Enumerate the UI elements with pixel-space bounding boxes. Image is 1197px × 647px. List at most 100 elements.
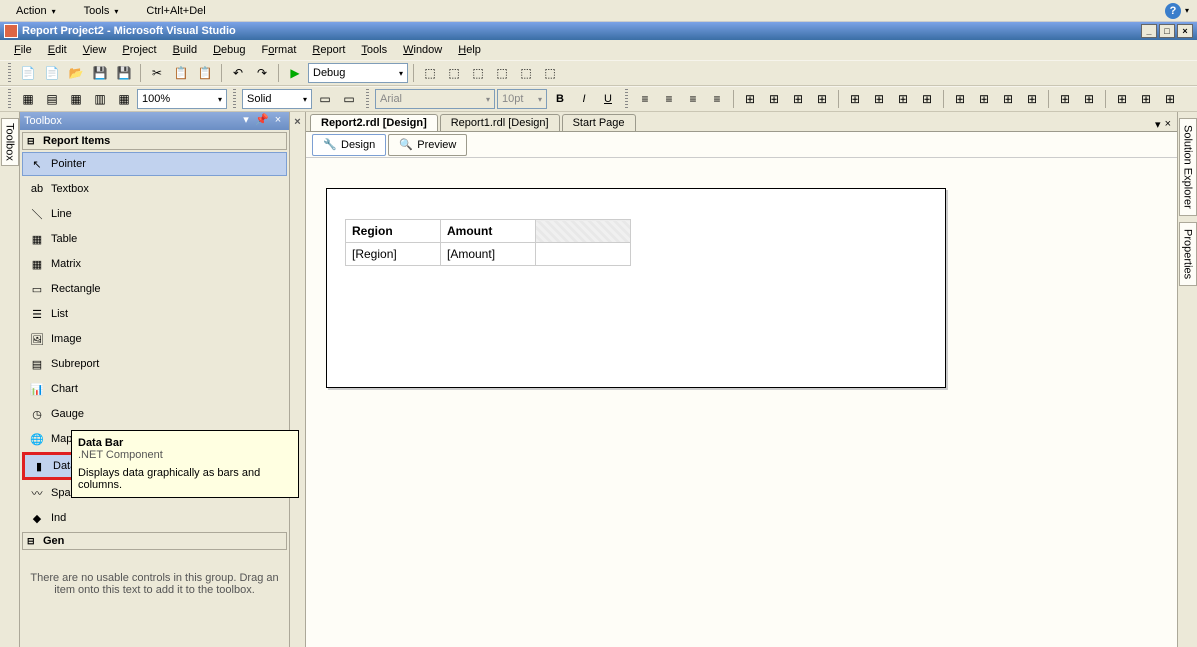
menu-format[interactable]: Format xyxy=(254,42,305,58)
undo-button[interactable]: ↶ xyxy=(227,62,249,84)
toolbar-button[interactable]: ⬚ xyxy=(419,62,441,84)
zoom-combo[interactable]: 100%▾ xyxy=(137,89,227,109)
menu-project[interactable]: Project xyxy=(114,42,164,58)
copy-button[interactable]: 📋 xyxy=(170,62,192,84)
header-cell-amount[interactable]: Amount xyxy=(441,220,536,243)
layout-button[interactable]: ⊞ xyxy=(973,88,995,110)
menu-report[interactable]: Report xyxy=(304,42,353,58)
layout-button[interactable]: ⊞ xyxy=(1021,88,1043,110)
toolbar-button[interactable]: ▭ xyxy=(314,88,336,110)
bold-button[interactable]: B xyxy=(549,88,571,110)
layout-button[interactable]: ⊞ xyxy=(868,88,890,110)
minimize-button[interactable]: _ xyxy=(1141,24,1157,38)
toolbox-item-indicator[interactable]: ◆Ind xyxy=(22,506,287,530)
vm-cad-button[interactable]: Ctrl+Alt+Del xyxy=(138,3,213,19)
add-item-button[interactable]: 📄 xyxy=(41,62,63,84)
cut-button[interactable]: ✂ xyxy=(146,62,168,84)
header-cell-region[interactable]: Region xyxy=(346,220,441,243)
pane-close-button[interactable]: × xyxy=(294,116,300,128)
align-button[interactable]: ≡ xyxy=(706,88,728,110)
doc-tab-report1[interactable]: Report1.rdl [Design] xyxy=(440,114,560,131)
toolbox-item-subreport[interactable]: ▤Subreport xyxy=(22,352,287,376)
toolbox-item-image[interactable]: 🖼Image xyxy=(22,327,287,351)
panel-close-button[interactable]: × xyxy=(271,114,285,128)
menu-edit[interactable]: Edit xyxy=(40,42,75,58)
font-combo[interactable]: Arial▾ xyxy=(375,89,495,109)
align-button[interactable]: ≡ xyxy=(634,88,656,110)
menu-file[interactable]: File xyxy=(6,42,40,58)
layout-button[interactable]: ⊞ xyxy=(1135,88,1157,110)
paste-button[interactable]: 📋 xyxy=(194,62,216,84)
new-project-button[interactable]: 📄 xyxy=(17,62,39,84)
close-button[interactable]: × xyxy=(1177,24,1193,38)
layout-button[interactable]: ⊞ xyxy=(1111,88,1133,110)
tab-close-button[interactable]: × xyxy=(1165,118,1171,131)
toolbox-item-gauge[interactable]: ◷Gauge xyxy=(22,402,287,426)
italic-button[interactable]: I xyxy=(573,88,595,110)
toolbox-item-line[interactable]: ＼Line xyxy=(22,202,287,226)
restore-button[interactable]: □ xyxy=(1159,24,1175,38)
toolbar-button[interactable]: ▦ xyxy=(17,88,39,110)
configuration-combo[interactable]: Debug▾ xyxy=(308,63,408,83)
vm-tools-menu[interactable]: Tools ▾ xyxy=(76,3,127,19)
layout-button[interactable]: ⊞ xyxy=(739,88,761,110)
menu-help[interactable]: Help xyxy=(450,42,489,58)
align-button[interactable]: ≡ xyxy=(658,88,680,110)
panel-menu-button[interactable]: ▾ xyxy=(239,114,253,128)
vm-action-menu[interactable]: Action ▾ xyxy=(8,3,64,19)
toolbar-button[interactable]: ▦ xyxy=(65,88,87,110)
save-button[interactable]: 💾 xyxy=(89,62,111,84)
toolbar-button[interactable]: ⬚ xyxy=(467,62,489,84)
toolbar-button[interactable]: ⬚ xyxy=(515,62,537,84)
font-size-combo[interactable]: 10pt▾ xyxy=(497,89,547,109)
layout-button[interactable]: ⊞ xyxy=(811,88,833,110)
layout-button[interactable]: ⊞ xyxy=(949,88,971,110)
report-body[interactable]: Region Amount [Region] [Amount] xyxy=(326,188,946,388)
toolbox-tab[interactable]: Toolbox xyxy=(1,118,19,166)
toolbar-button[interactable]: ▤ xyxy=(41,88,63,110)
redo-button[interactable]: ↷ xyxy=(251,62,273,84)
layout-button[interactable]: ⊞ xyxy=(892,88,914,110)
data-cell-amount[interactable]: [Amount] xyxy=(441,243,536,266)
save-all-button[interactable]: 💾 xyxy=(113,62,135,84)
header-cell-empty[interactable] xyxy=(536,220,631,243)
menu-window[interactable]: Window xyxy=(395,42,450,58)
layout-button[interactable]: ⊞ xyxy=(787,88,809,110)
layout-button[interactable]: ⊞ xyxy=(1078,88,1100,110)
auto-hide-button[interactable]: 📌 xyxy=(255,114,269,128)
toolbox-item-table[interactable]: ▦Table xyxy=(22,227,287,251)
start-debug-button[interactable]: ▶ xyxy=(284,62,306,84)
menu-view[interactable]: View xyxy=(75,42,115,58)
data-cell-region[interactable]: [Region] xyxy=(346,243,441,266)
toolbox-item-chart[interactable]: 📊Chart xyxy=(22,377,287,401)
solution-explorer-tab[interactable]: Solution Explorer xyxy=(1179,118,1197,216)
layout-button[interactable]: ⊞ xyxy=(1159,88,1181,110)
design-view-tab[interactable]: 🔧 Design xyxy=(312,134,386,156)
toolbar-button[interactable]: ⬚ xyxy=(539,62,561,84)
layout-button[interactable]: ⊞ xyxy=(763,88,785,110)
toolbar-button[interactable]: ⬚ xyxy=(443,62,465,84)
toolbar-button[interactable]: ▭ xyxy=(338,88,360,110)
preview-view-tab[interactable]: 🔍 Preview xyxy=(388,134,467,156)
toolbox-group-general[interactable]: ⊟ Gen xyxy=(22,532,287,550)
toolbox-item-pointer[interactable]: ↖Pointer xyxy=(22,152,287,176)
menu-build[interactable]: Build xyxy=(165,42,205,58)
toolbar-button[interactable]: ▦ xyxy=(113,88,135,110)
layout-button[interactable]: ⊞ xyxy=(997,88,1019,110)
data-cell-empty[interactable] xyxy=(536,243,631,266)
layout-button[interactable]: ⊞ xyxy=(916,88,938,110)
report-table[interactable]: Region Amount [Region] [Amount] xyxy=(345,219,631,266)
help-icon[interactable]: ? xyxy=(1165,3,1181,19)
border-style-combo[interactable]: Solid▾ xyxy=(242,89,312,109)
doc-tab-start-page[interactable]: Start Page xyxy=(562,114,636,131)
open-button[interactable]: 📂 xyxy=(65,62,87,84)
properties-tab[interactable]: Properties xyxy=(1179,222,1197,286)
doc-tab-report2[interactable]: Report2.rdl [Design] xyxy=(310,114,438,131)
toolbox-group-report-items[interactable]: ⊟ Report Items xyxy=(22,132,287,150)
toolbox-item-matrix[interactable]: ▦Matrix xyxy=(22,252,287,276)
align-button[interactable]: ≡ xyxy=(682,88,704,110)
toolbox-item-list[interactable]: ☰List xyxy=(22,302,287,326)
toolbar-button[interactable]: ⬚ xyxy=(491,62,513,84)
toolbox-item-textbox[interactable]: abTextbox xyxy=(22,177,287,201)
underline-button[interactable]: U xyxy=(597,88,619,110)
